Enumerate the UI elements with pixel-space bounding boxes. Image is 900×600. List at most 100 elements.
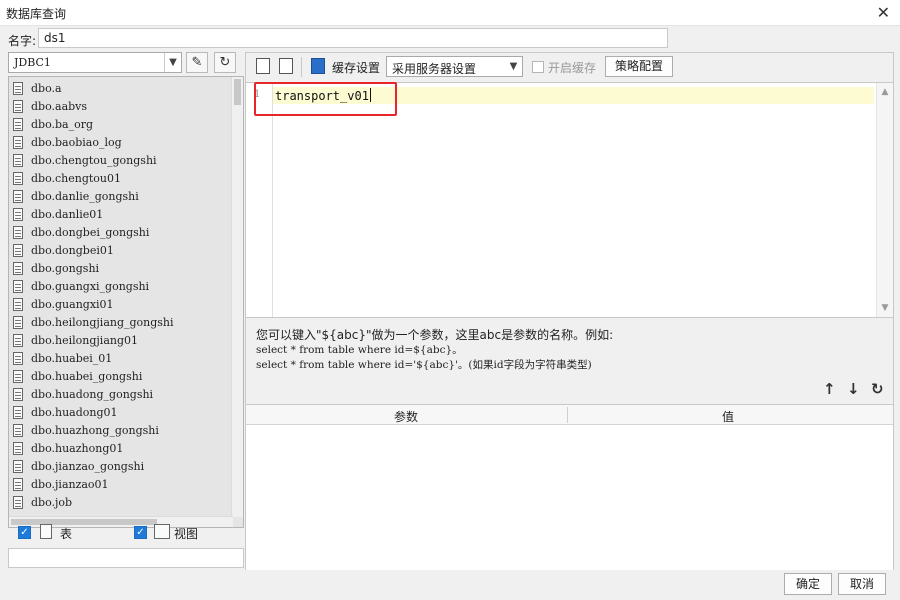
table-icon (13, 279, 23, 293)
table-name: dbo.huadong01 (31, 405, 118, 419)
column-divider[interactable] (567, 407, 568, 423)
table-row[interactable]: dbo.chengtou01 (9, 169, 229, 187)
edit-connection-button[interactable]: ✎ (186, 52, 208, 73)
table-tree: dbo.a dbo.aabvs dbo.ba_org dbo.baobiao_log d… (8, 76, 244, 528)
sql-editor[interactable]: 1 transport_v01 ▲ ▼ (246, 82, 893, 318)
ok-button[interactable]: 确定 (784, 573, 832, 595)
table-row[interactable]: dbo.heilongjiang_gongshi (9, 313, 229, 331)
table-icon (13, 441, 23, 455)
preview-icon[interactable] (256, 58, 270, 74)
table-row[interactable]: dbo.huadong_gongshi (9, 385, 229, 403)
table-name: dbo.chengtou01 (31, 171, 122, 185)
name-label: 名字: (8, 34, 37, 48)
highlight-annotation-box (254, 82, 397, 116)
sql-icon[interactable] (279, 58, 293, 74)
table-icon (13, 99, 23, 113)
line-gutter: 1 (246, 83, 273, 317)
table-name: dbo.dongbei_gongshi (31, 225, 150, 239)
cancel-button[interactable]: 取消 (838, 573, 886, 595)
table-name: dbo.huazhong_gongshi (31, 423, 159, 437)
table-row[interactable]: dbo.danlie_gongshi (9, 187, 229, 205)
connection-value: JDBC1 (14, 56, 51, 69)
table-row[interactable]: dbo.huadong01 (9, 403, 229, 421)
title-bar: 数据库查询 ✕ (0, 0, 900, 26)
table-row[interactable]: dbo.chengtou_gongshi (9, 151, 229, 169)
refresh-icon: ↻ (219, 55, 231, 70)
table-row[interactable]: dbo.jianzao_gongshi (9, 457, 229, 475)
move-up-icon[interactable]: ↑ (823, 380, 836, 398)
table-row[interactable]: dbo.dongbei_gongshi (9, 223, 229, 241)
table-name: dbo.dongbei01 (31, 243, 114, 257)
table-row[interactable]: dbo.jianzao01 (9, 475, 229, 493)
table-name: dbo.guangxi01 (31, 297, 114, 311)
filter-checks: ✓ 表 ✓ 视图 (8, 522, 244, 548)
strategy-config-button[interactable]: 策略配置 (605, 56, 673, 77)
cache-mode-select[interactable]: 采用服务器设置 ▼ (386, 56, 523, 77)
table-row[interactable]: dbo.aabvs (9, 97, 229, 115)
name-row: 名字: ds1 (0, 27, 900, 51)
value-column-header[interactable]: 值 (722, 408, 734, 425)
table-icon (13, 477, 23, 491)
enable-cache-label: 开启缓存 (548, 61, 597, 75)
scroll-thumb[interactable] (234, 79, 241, 105)
table-row[interactable]: dbo.huabei_gongshi (9, 367, 229, 385)
table-icon (13, 423, 23, 437)
enable-cache-checkbox[interactable] (532, 61, 544, 73)
hint-line-2: select * from table where id=${abc}。 (256, 344, 463, 356)
table-name: dbo.danlie_gongshi (31, 189, 139, 203)
table-row[interactable]: dbo.baobiao_log (9, 133, 229, 151)
name-input[interactable]: ds1 (38, 28, 668, 48)
param-column-header[interactable]: 参数 (394, 408, 418, 425)
table-name: dbo.jianzao_gongshi (31, 459, 145, 473)
hint-line-1: 您可以键入"${abc}"做为一个参数，这里abc是参数的名称。例如: (256, 328, 614, 342)
table-checkbox-label: 表 (60, 527, 73, 541)
table-icon (13, 135, 23, 149)
view-icon (154, 524, 170, 539)
table-row[interactable]: dbo.job (9, 493, 229, 511)
table-icon (13, 297, 23, 311)
params-table: 参数 值 (246, 404, 893, 570)
table-row[interactable]: dbo.danlie01 (9, 205, 229, 223)
cache-settings-label[interactable]: 缓存设置 (332, 59, 380, 76)
table-name: dbo.huadong_gongshi (31, 387, 154, 401)
table-icon (13, 171, 23, 185)
table-row[interactable]: dbo.ba_org (9, 115, 229, 133)
table-name: dbo.gongshi (31, 261, 100, 275)
params-table-header: 参数 值 (246, 405, 893, 425)
cache-settings-icon[interactable] (311, 58, 325, 74)
table-name: dbo.danlie01 (31, 207, 104, 221)
view-checkbox[interactable]: ✓ (134, 526, 147, 539)
search-input[interactable] (8, 548, 244, 568)
table-row[interactable]: dbo.guangxi01 (9, 295, 229, 313)
table-row[interactable]: dbo.a (9, 79, 229, 97)
scroll-up-icon[interactable]: ▲ (877, 84, 893, 100)
table-row[interactable]: dbo.gongshi (9, 259, 229, 277)
move-down-icon[interactable]: ↓ (847, 380, 860, 398)
table-name: dbo.huabei_gongshi (31, 369, 143, 383)
hint-line-3: select * from table where id='${abc}'。(如… (256, 359, 592, 371)
table-row[interactable]: dbo.dongbei01 (9, 241, 229, 259)
table-row[interactable]: dbo.huazhong_gongshi (9, 421, 229, 439)
table-icon (13, 351, 23, 365)
table-name: dbo.a (31, 81, 62, 95)
table-row[interactable]: dbo.huabei_01 (9, 349, 229, 367)
view-checkbox-label: 视图 (174, 527, 199, 541)
table-icon (13, 189, 23, 203)
table-row[interactable]: dbo.huazhong01 (9, 439, 229, 457)
refresh-params-icon[interactable]: ↻ (871, 380, 884, 398)
table-row[interactable]: dbo.heilongjiang01 (9, 331, 229, 349)
refresh-button[interactable]: ↻ (214, 52, 236, 73)
scroll-down-icon[interactable]: ▼ (877, 300, 893, 316)
table-icon (13, 315, 23, 329)
close-icon[interactable]: ✕ (877, 3, 890, 22)
connection-select[interactable]: JDBC1 ▼ (8, 52, 182, 73)
table-icon (13, 225, 23, 239)
chevron-down-icon[interactable]: ▼ (164, 53, 181, 72)
table-icon (13, 333, 23, 347)
table-checkbox[interactable]: ✓ (18, 526, 31, 539)
editor-scrollbar[interactable]: ▲ ▼ (876, 83, 893, 317)
table-row[interactable]: dbo.guangxi_gongshi (9, 277, 229, 295)
table-icon (13, 369, 23, 383)
vertical-scrollbar[interactable] (231, 77, 243, 517)
chevron-down-icon[interactable]: ▼ (505, 57, 522, 76)
